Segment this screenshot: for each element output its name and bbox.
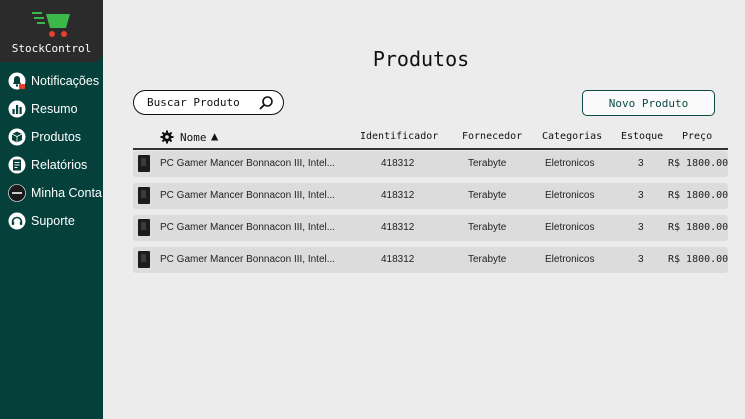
cell-preco: R$ 1800.00 bbox=[668, 190, 729, 201]
nav-item-produtos[interactable]: Produtos bbox=[8, 126, 81, 148]
cell-preco: R$ 1800.00 bbox=[668, 222, 729, 233]
cell-identificador: 418312 bbox=[381, 190, 415, 201]
box-icon bbox=[8, 128, 26, 146]
nav-label: Relatórios bbox=[31, 158, 88, 172]
table-row[interactable]: PC Gamer Mancer Bonnacon III, Intel... 4… bbox=[133, 215, 728, 241]
cell-preco: R$ 1800.00 bbox=[668, 254, 729, 265]
bell-icon bbox=[8, 72, 26, 90]
cell-estoque: 3 bbox=[638, 158, 644, 169]
new-product-button[interactable]: Novo Produto bbox=[582, 90, 715, 116]
cell-fornecedor: Terabyte bbox=[468, 158, 507, 169]
nav-item-suporte[interactable]: Suporte bbox=[8, 210, 75, 232]
cell-nome: PC Gamer Mancer Bonnacon III, Intel... bbox=[160, 254, 336, 265]
nav-label: Resumo bbox=[31, 102, 78, 116]
column-header-fornecedor[interactable]: Fornecedor bbox=[462, 131, 522, 142]
search-input[interactable]: Buscar Produto bbox=[133, 90, 284, 115]
sort-ascending-icon[interactable]: ▲ bbox=[211, 129, 218, 143]
cell-fornecedor: Terabyte bbox=[468, 254, 507, 265]
headset-icon bbox=[8, 212, 26, 230]
table-row[interactable]: PC Gamer Mancer Bonnacon III, Intel... 4… bbox=[133, 247, 728, 273]
nav-item-minha-conta[interactable]: Minha Conta bbox=[8, 182, 102, 204]
column-header-preco[interactable]: Preço bbox=[682, 131, 712, 142]
cell-nome: PC Gamer Mancer Bonnacon III, Intel... bbox=[160, 190, 336, 201]
header-divider bbox=[133, 148, 728, 150]
column-header-identificador[interactable]: Identificador bbox=[360, 131, 438, 142]
cell-categorias: Eletronicos bbox=[545, 254, 595, 265]
magnifier-icon[interactable] bbox=[258, 95, 274, 111]
nav-label: Notificações bbox=[31, 74, 100, 88]
table-row[interactable]: PC Gamer Mancer Bonnacon III, Intel... 4… bbox=[133, 183, 728, 209]
cell-nome: PC Gamer Mancer Bonnacon III, Intel... bbox=[160, 158, 336, 169]
cell-categorias: Eletronicos bbox=[545, 158, 595, 169]
cell-fornecedor: Terabyte bbox=[468, 222, 507, 233]
column-header-estoque[interactable]: Estoque bbox=[621, 131, 663, 142]
cell-nome: PC Gamer Mancer Bonnacon III, Intel... bbox=[160, 222, 336, 233]
page-title: Produtos bbox=[372, 47, 470, 71]
nav-label: Minha Conta bbox=[31, 186, 102, 200]
cell-preco: R$ 1800.00 bbox=[668, 158, 729, 169]
nav-item-notificacoes[interactable]: Notificações bbox=[8, 70, 99, 92]
bar-chart-icon bbox=[8, 100, 26, 118]
search-label: Buscar Produto bbox=[147, 96, 240, 109]
column-header-nome[interactable]: Nome bbox=[180, 131, 207, 144]
user-icon bbox=[8, 184, 26, 202]
product-thumbnail bbox=[138, 219, 150, 236]
app-name: StockControl bbox=[11, 42, 92, 55]
cell-fornecedor: Terabyte bbox=[468, 190, 507, 201]
nav-label: Suporte bbox=[31, 214, 75, 228]
nav-item-resumo[interactable]: Resumo bbox=[8, 98, 78, 120]
cell-identificador: 418312 bbox=[381, 254, 415, 265]
logo[interactable]: StockControl bbox=[0, 0, 103, 62]
product-thumbnail bbox=[138, 187, 150, 204]
column-header-categorias[interactable]: Categorias bbox=[542, 131, 602, 142]
table-row[interactable]: PC Gamer Mancer Bonnacon III, Intel... 4… bbox=[133, 151, 728, 177]
product-thumbnail bbox=[138, 155, 150, 172]
cell-estoque: 3 bbox=[638, 254, 644, 265]
nav-label: Produtos bbox=[31, 130, 82, 144]
cell-estoque: 3 bbox=[638, 222, 644, 233]
cell-categorias: Eletronicos bbox=[545, 190, 595, 201]
document-icon bbox=[8, 156, 26, 174]
gear-icon[interactable] bbox=[160, 130, 174, 149]
nav-item-relatorios[interactable]: Relatórios bbox=[8, 154, 87, 176]
cell-categorias: Eletronicos bbox=[545, 222, 595, 233]
cell-identificador: 418312 bbox=[381, 222, 415, 233]
sidebar: StockControl Notificações Resumo Produto… bbox=[0, 0, 103, 419]
cell-estoque: 3 bbox=[638, 190, 644, 201]
shopping-cart-icon bbox=[32, 12, 70, 37]
product-thumbnail bbox=[138, 251, 150, 268]
cell-identificador: 418312 bbox=[381, 158, 415, 169]
